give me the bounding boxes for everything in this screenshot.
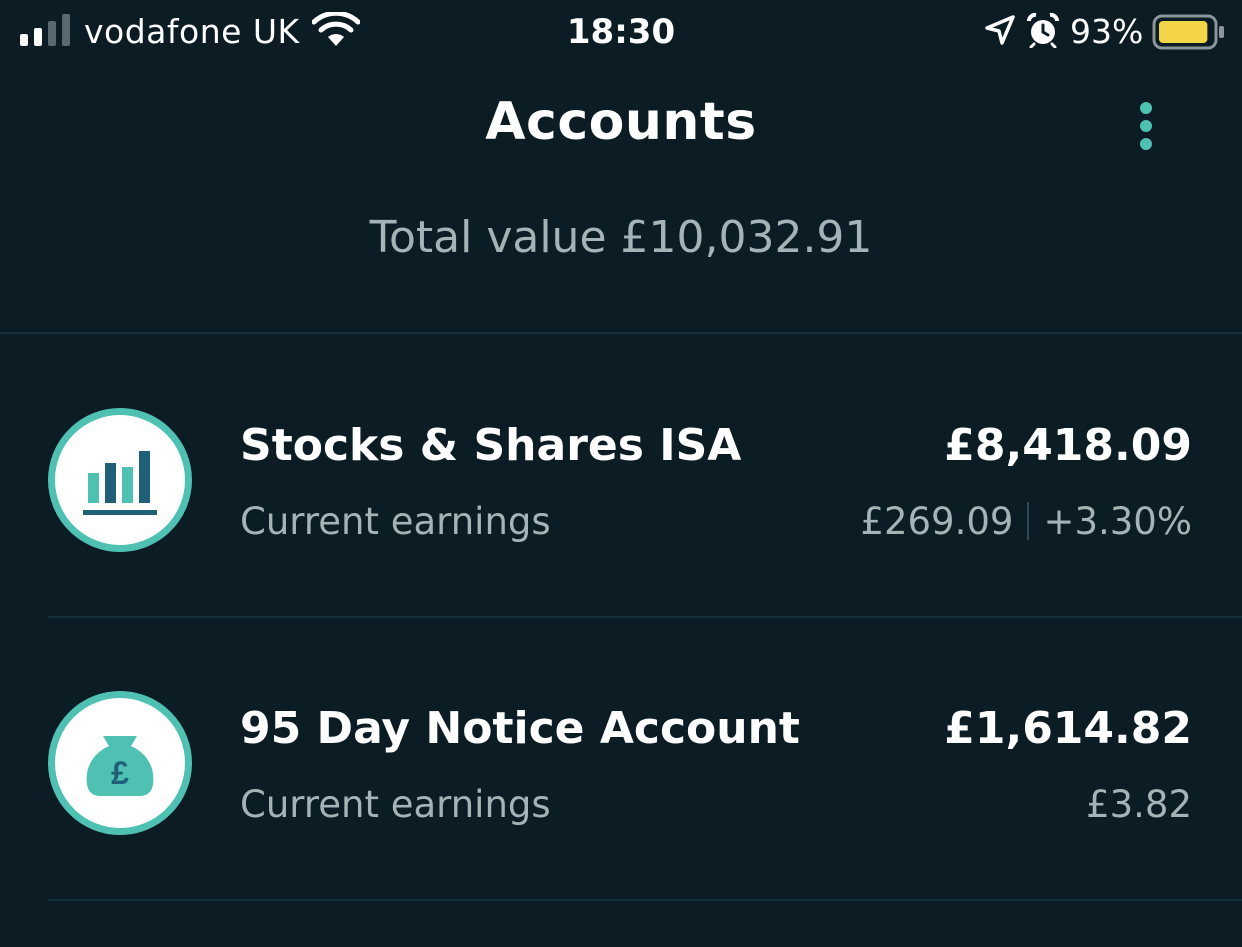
money-bag-icon: £ (48, 691, 192, 835)
account-name: 95 Day Notice Account (240, 703, 800, 754)
account-row-stocks-shares-isa[interactable]: Stocks & Shares ISA Current earnings £8,… (0, 336, 1242, 618)
earnings-percent: +3.30% (1043, 500, 1192, 543)
account-value: £8,418.09 (944, 420, 1192, 471)
total-value: Total value £10,032.91 (369, 212, 873, 263)
alarm-clock-icon (1027, 12, 1059, 48)
status-bar: vodafone UK 18:30 93% (0, 0, 1242, 66)
bar-chart-icon (48, 408, 192, 552)
divider (48, 899, 1242, 901)
more-options-button[interactable] (1126, 98, 1166, 154)
divider (0, 332, 1242, 334)
more-vertical-icon (1140, 102, 1152, 114)
page-title: Accounts (485, 92, 757, 152)
money-bag-glyph: £ (111, 755, 129, 791)
account-value: £1,614.82 (944, 703, 1192, 754)
account-row-95-day-notice[interactable]: £ 95 Day Notice Account Current earnings… (0, 619, 1242, 901)
account-earnings: £3.82 (1086, 783, 1192, 826)
location-arrow-icon (985, 15, 1015, 45)
divider (1027, 501, 1030, 540)
earnings-amount: £269.09 (860, 500, 1014, 543)
account-name: Stocks & Shares ISA (240, 420, 742, 471)
account-subtitle: Current earnings (240, 500, 551, 543)
battery-icon (1152, 14, 1224, 50)
account-earnings: £269.09 +3.30% (860, 500, 1192, 543)
battery-percent: 93% (1070, 12, 1144, 51)
divider (48, 616, 1242, 618)
account-subtitle: Current earnings (240, 783, 551, 826)
